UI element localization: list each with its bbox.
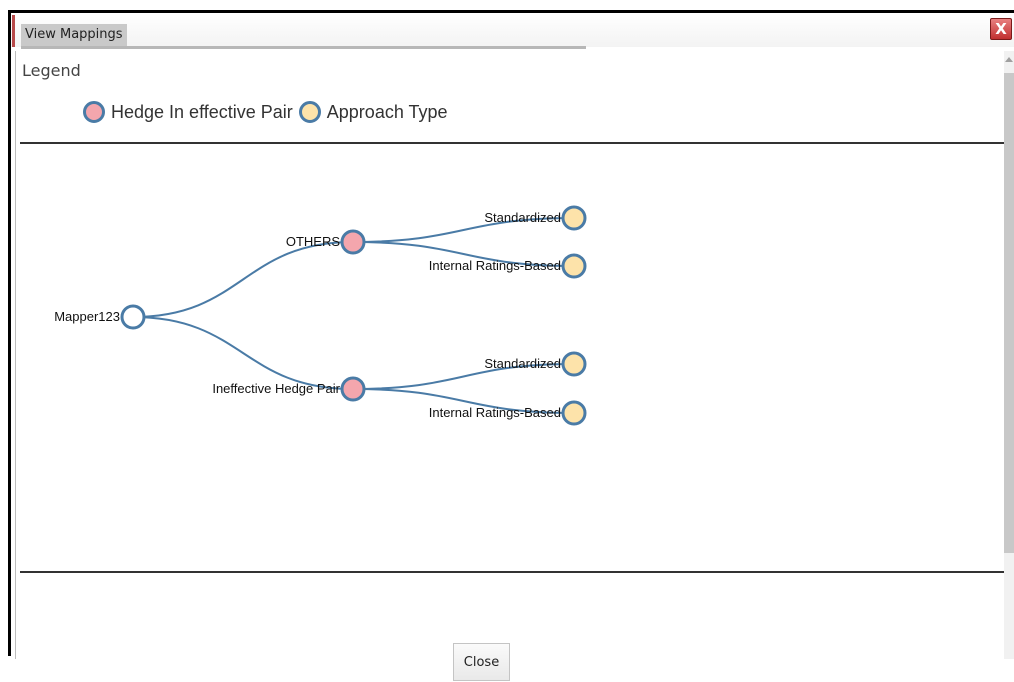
tree-link [132, 241, 354, 318]
close-icon[interactable]: X [990, 18, 1012, 40]
branch-node[interactable] [340, 376, 366, 402]
bottom-divider [20, 571, 1006, 573]
dialog-content: Legend Hedge In effective Pair Approach … [15, 51, 1006, 681]
branch-node-label: OTHERS [286, 234, 341, 249]
leaf-node[interactable] [561, 253, 587, 279]
leaf-node-label: Standardized [484, 210, 561, 225]
scroll-thumb[interactable] [1004, 73, 1014, 553]
titlebar-edge [12, 15, 15, 47]
leaf-node-label: Standardized [484, 356, 561, 371]
leaf-node-label: Internal Ratings-Based [429, 258, 561, 273]
root-node-label: Mapper123 [54, 309, 120, 324]
dialog-title: View Mappings [21, 24, 127, 46]
root-node[interactable] [120, 304, 146, 330]
tree-link [132, 316, 354, 390]
branch-node[interactable] [340, 229, 366, 255]
mapping-tree: Mapper123 OTHERS Standardized Internal Rati… [54, 205, 587, 426]
title-underline [21, 46, 586, 49]
leaf-node[interactable] [561, 205, 587, 231]
scroll-up-icon[interactable] [1005, 57, 1013, 62]
dialog-titlebar: View Mappings X [11, 13, 1014, 49]
leaf-node-label: Internal Ratings-Based [429, 405, 561, 420]
view-mappings-dialog: View Mappings X Legend Hedge In effectiv… [8, 10, 1014, 681]
close-button[interactable]: Close [453, 643, 510, 681]
leaf-node[interactable] [561, 351, 587, 377]
branch-node-label: Ineffective Hedge Pair [212, 381, 340, 396]
vertical-scrollbar[interactable] [1004, 51, 1014, 659]
leaf-node[interactable] [561, 400, 587, 426]
